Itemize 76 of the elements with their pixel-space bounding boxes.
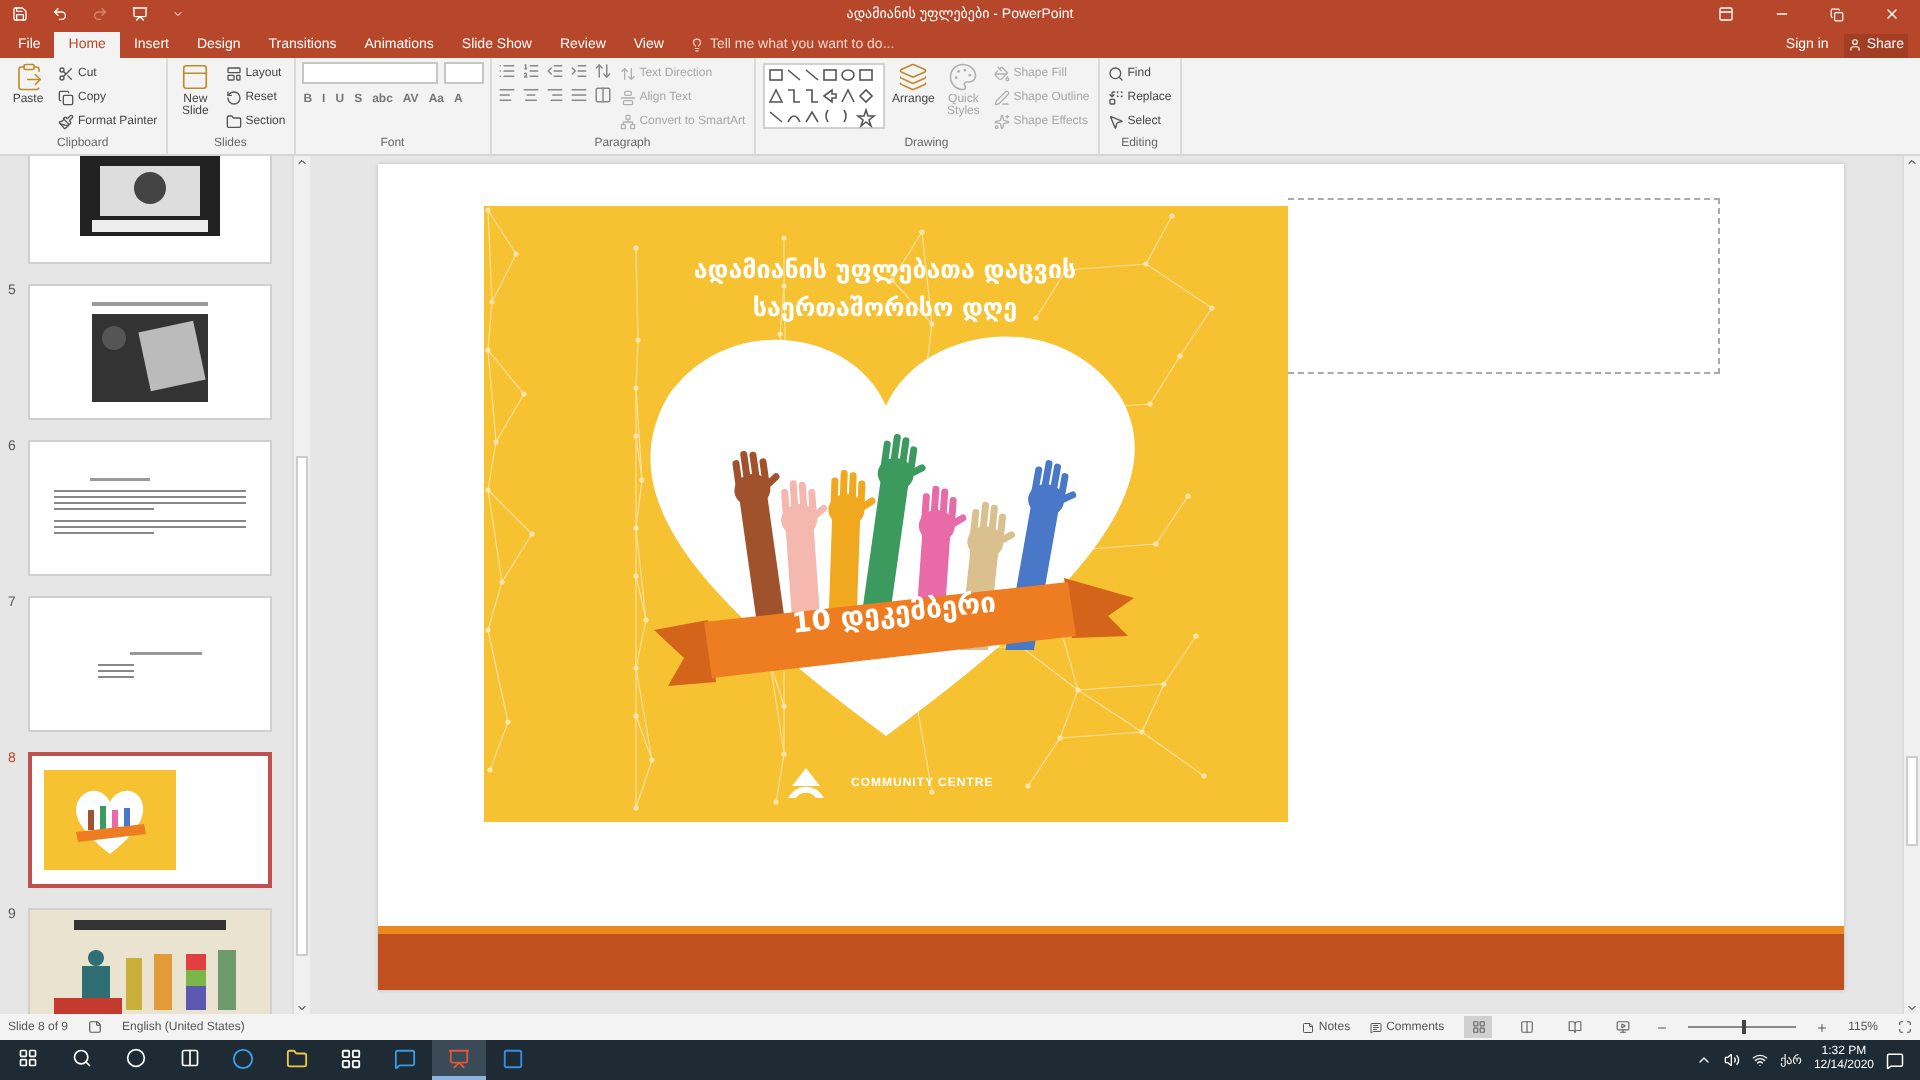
ribbon-icon <box>58 113 74 129</box>
scrollbar[interactable] <box>1902 156 1920 1014</box>
alignment-icon[interactable] <box>521 86 540 104</box>
circle-icon <box>125 1048 145 1068</box>
ribbon-icon <box>58 89 74 105</box>
font-name-field[interactable] <box>301 62 438 84</box>
paragraph-tool-icon[interactable] <box>521 62 540 80</box>
scroll-down-icon[interactable] <box>296 1002 308 1014</box>
scrollbar[interactable] <box>292 156 310 1014</box>
ribbon-options-icon[interactable] <box>1718 6 1734 22</box>
notification-icon[interactable] <box>1886 1051 1904 1069</box>
search-icon <box>71 1048 91 1068</box>
presentation-icon <box>448 1047 470 1069</box>
ribbon-icon <box>1107 113 1124 129</box>
slide-thumbnail[interactable] <box>28 751 272 887</box>
poster-title: საერთაშორისო დღე <box>750 292 1020 322</box>
close-icon[interactable] <box>1884 6 1900 22</box>
zoom-in-icon[interactable] <box>1816 1021 1829 1033</box>
slideshow-icon[interactable] <box>132 6 148 22</box>
date-banner-text: 10 დეკემბერი <box>787 585 999 645</box>
alignment-icon[interactable] <box>497 86 516 104</box>
view-icon <box>1615 1020 1630 1034</box>
volume-icon[interactable] <box>1724 1052 1741 1068</box>
network-icon[interactable] <box>1752 1052 1769 1068</box>
poster-title: ადამიანის უფლებათა დაცვის <box>691 254 1079 284</box>
ribbon-icon <box>948 62 979 92</box>
scroll-up-icon[interactable] <box>1906 156 1918 168</box>
person-icon <box>1848 38 1863 52</box>
customize-icon[interactable] <box>172 8 184 20</box>
browser-icon <box>232 1047 254 1069</box>
ribbon-icon <box>1107 89 1124 105</box>
shapes-gallery[interactable] <box>761 62 886 130</box>
ribbon-icon <box>225 65 242 81</box>
task-view-icon <box>179 1048 199 1068</box>
photos-icon <box>502 1047 524 1069</box>
ribbon-icon <box>1107 65 1124 81</box>
zoom-thumb[interactable] <box>1742 1020 1747 1034</box>
alignment-icon[interactable] <box>569 86 588 104</box>
undo-icon[interactable] <box>52 6 68 22</box>
note-icon <box>1302 1021 1315 1033</box>
comment-icon <box>1370 1021 1383 1033</box>
view-icon <box>1471 1020 1486 1034</box>
tray-expand-icon[interactable] <box>1696 1052 1713 1068</box>
ribbon-icon <box>619 113 636 129</box>
folder-icon <box>286 1047 308 1069</box>
ribbon-icon <box>13 62 43 92</box>
restore-icon[interactable] <box>1830 7 1844 21</box>
font-size-field[interactable] <box>443 62 484 84</box>
store-icon <box>340 1047 362 1069</box>
ribbon-icon <box>619 89 636 105</box>
scroll-up-icon[interactable] <box>296 156 308 168</box>
paragraph-tool-icon[interactable] <box>569 62 588 80</box>
view-button[interactable] <box>1464 1016 1493 1038</box>
ribbon-icon <box>180 62 211 92</box>
view-icon <box>1567 1020 1582 1034</box>
save-icon[interactable] <box>12 6 28 22</box>
ribbon-icon <box>993 89 1010 105</box>
ribbon-icon <box>225 89 242 105</box>
ribbon-icon <box>58 65 74 81</box>
ribbon-icon <box>225 113 242 129</box>
windows-icon <box>17 1048 37 1068</box>
paragraph-tool-icon[interactable] <box>545 62 564 80</box>
ribbon-icon <box>993 65 1010 81</box>
paragraph-tool-icon[interactable] <box>593 62 612 80</box>
scroll-down-icon[interactable] <box>1906 1002 1918 1014</box>
zoom-out-icon[interactable] <box>1656 1021 1669 1033</box>
alignment-icon[interactable] <box>593 86 612 104</box>
ribbon-icon <box>993 113 1010 129</box>
mail-icon <box>394 1047 416 1069</box>
view-icon <box>1519 1020 1534 1034</box>
fit-slide-icon[interactable] <box>1898 1020 1912 1034</box>
ribbon-icon <box>619 65 636 81</box>
lightbulb-icon <box>689 38 704 52</box>
alignment-icon[interactable] <box>545 86 564 104</box>
paragraph-tool-icon[interactable] <box>497 62 516 80</box>
ribbon-icon <box>898 62 929 92</box>
